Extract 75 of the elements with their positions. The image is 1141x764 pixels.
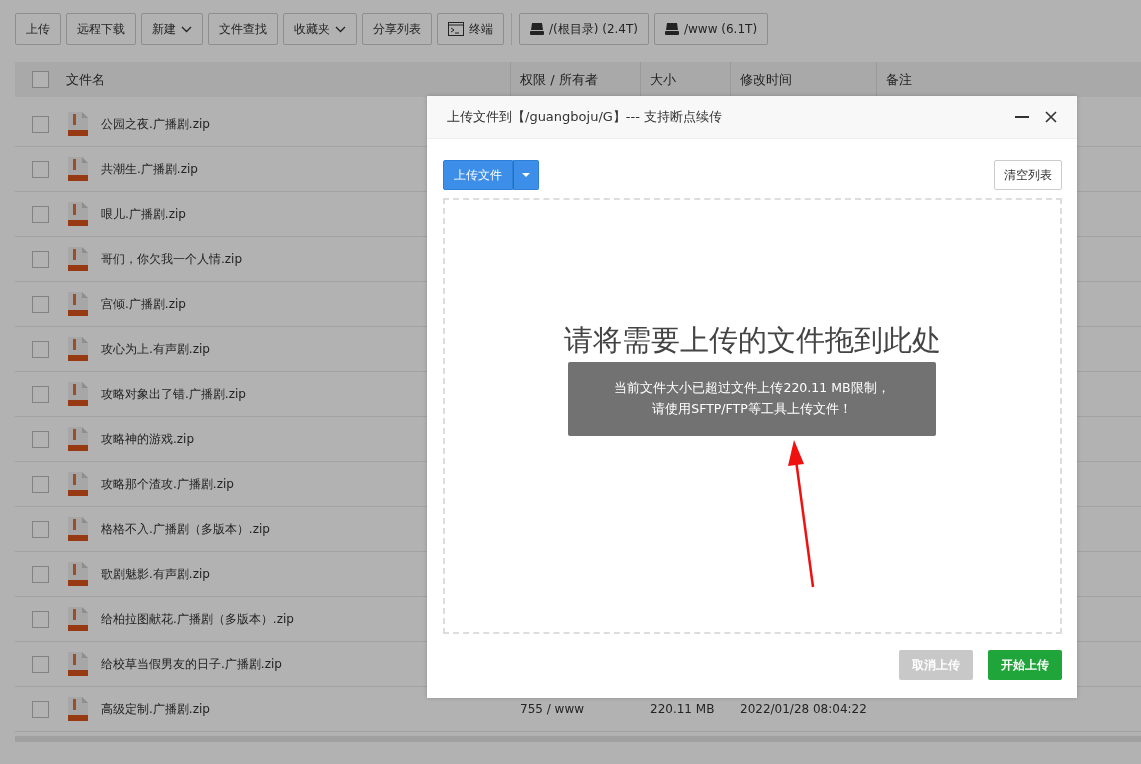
file-name[interactable]: 攻略那个渣攻.广播剧.zip — [101, 475, 234, 493]
chevron-down-icon — [335, 25, 346, 33]
checkbox[interactable] — [32, 385, 49, 403]
checkbox[interactable] — [32, 160, 49, 178]
checkbox[interactable] — [32, 610, 49, 628]
toolbar-button[interactable]: 分享列表 — [362, 13, 432, 45]
disk-icon — [665, 23, 679, 35]
checkbox[interactable] — [32, 71, 49, 88]
chevron-down-icon — [181, 25, 192, 33]
file-name[interactable]: 宫倾.广播剧.zip — [101, 295, 186, 313]
checkbox[interactable] — [32, 655, 49, 673]
column-header: 备注 — [886, 70, 912, 89]
toolbar-button[interactable]: 收藏夹 — [283, 13, 357, 45]
toolbar-button[interactable]: 上传 — [15, 13, 61, 45]
checkbox[interactable] — [32, 430, 49, 448]
checkbox[interactable] — [32, 340, 49, 358]
file-name[interactable]: 攻略对象出了错.广播剧.zip — [101, 385, 246, 403]
file-name[interactable]: 歌剧魅影.有声剧.zip — [101, 565, 210, 583]
checkbox[interactable] — [32, 475, 49, 493]
zip-file-icon — [68, 472, 88, 496]
dropdown-toggle[interactable] — [513, 160, 539, 190]
zip-file-icon — [68, 427, 88, 451]
toolbar-button[interactable]: 文件查找 — [208, 13, 278, 45]
table-cell: 755 / www — [520, 702, 585, 716]
zip-file-icon — [68, 202, 88, 226]
toolbar-button[interactable]: /www (6.1T) — [654, 13, 769, 45]
column-header: 文件名 — [66, 70, 105, 89]
zip-file-icon — [68, 697, 88, 721]
toolbar-button[interactable]: 新建 — [141, 13, 203, 45]
file-name[interactable]: 给柏拉图献花.广播剧（多版本）.zip — [101, 610, 294, 628]
toolbar-button[interactable]: 远程下载 — [66, 13, 136, 45]
checkbox[interactable] — [32, 250, 49, 268]
checkbox[interactable] — [32, 565, 49, 583]
toolbar-button[interactable]: 终端 — [437, 13, 504, 45]
file-name[interactable]: 公园之夜.广播剧.zip — [101, 115, 210, 133]
zip-file-icon — [68, 517, 88, 541]
checkbox[interactable] — [32, 700, 49, 718]
column-header: 大小 — [650, 70, 676, 89]
checkbox[interactable] — [32, 115, 49, 133]
column-header: 修改时间 — [740, 70, 792, 89]
zip-file-icon — [68, 157, 88, 181]
caret-down-icon — [522, 173, 530, 177]
terminal-icon — [448, 22, 464, 36]
drop-zone-hint: 请将需要上传的文件拖到此处 — [564, 322, 941, 359]
disk-icon — [530, 23, 544, 35]
checkbox[interactable] — [32, 295, 49, 313]
clear-list-button[interactable]: 清空列表 — [994, 160, 1062, 190]
file-name[interactable]: 给校草当假男友的日子.广播剧.zip — [101, 655, 282, 673]
zip-file-icon — [68, 382, 88, 406]
zip-file-icon — [68, 562, 88, 586]
file-name[interactable]: 高级定制.广播剧.zip — [101, 700, 210, 718]
file-name[interactable]: 哥们，你欠我一个人情.zip — [101, 250, 243, 268]
file-name[interactable]: 共潮生.广播剧.zip — [101, 160, 198, 178]
toolbar-button[interactable]: /(根目录) (2.4T) — [519, 13, 649, 45]
table-cell: 2022/01/28 08:04:22 — [740, 702, 867, 716]
zip-file-icon — [68, 247, 88, 271]
minimize-icon[interactable] — [1015, 115, 1029, 119]
file-name[interactable]: 攻略神的游戏.zip — [101, 430, 195, 448]
file-name[interactable]: 攻心为上.有声剧.zip — [101, 340, 210, 358]
drop-zone[interactable]: 请将需要上传的文件拖到此处 当前文件大小已超过文件上传220.11 MB限制， 请使用SFTP/FTP等工具上传文件！ — [443, 198, 1062, 634]
file-name[interactable]: 哏儿.广播剧.zip — [101, 205, 186, 223]
dialog-title: 上传文件到【/guangboju/G】--- 支持断点续传 — [447, 108, 724, 126]
zip-file-icon — [68, 112, 88, 136]
zip-file-icon — [68, 607, 88, 631]
column-header: 权限 / 所有者 — [520, 70, 598, 89]
checkbox[interactable] — [32, 520, 49, 538]
table-cell: 220.11 MB — [650, 702, 715, 716]
zip-file-icon — [68, 337, 88, 361]
close-icon[interactable] — [1045, 111, 1057, 123]
file-name[interactable]: 格格不入.广播剧（多版本）.zip — [101, 520, 270, 538]
toast-message: 请使用SFTP/FTP等工具上传文件！ — [652, 401, 852, 418]
zip-file-icon — [68, 652, 88, 676]
checkbox[interactable] — [32, 205, 49, 223]
toast-message: 当前文件大小已超过文件上传220.11 MB限制， — [614, 380, 890, 397]
zip-file-icon — [68, 292, 88, 316]
